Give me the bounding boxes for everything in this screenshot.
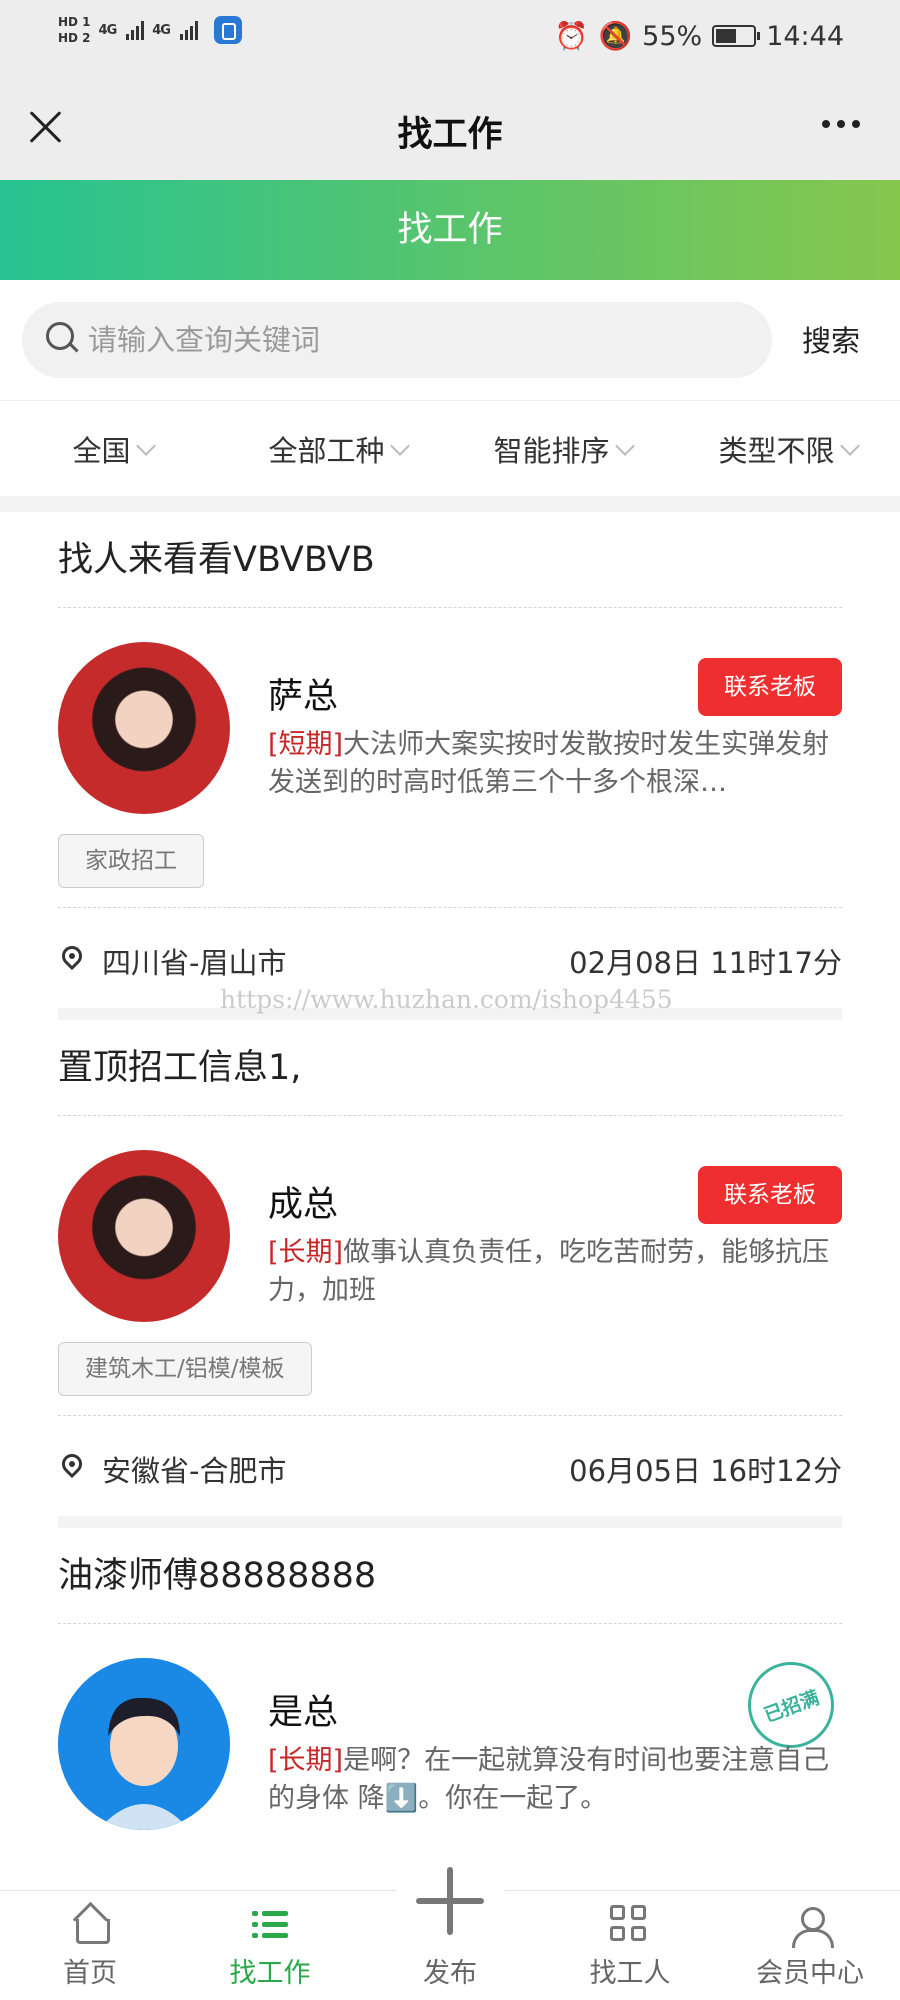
app-notification-icon (213, 16, 242, 44)
battery-percent: 55% (642, 20, 703, 52)
avatar-illustration (58, 1658, 230, 1830)
trade-tag: 建筑木工/铝模/模板 (58, 1342, 312, 1396)
search-input[interactable] (88, 302, 748, 378)
job-term-label: [短期] (268, 729, 344, 760)
hd2-label: HD 2 (58, 31, 91, 45)
nav-find-worker[interactable]: 找工人 (540, 1891, 720, 2000)
job-body: 是总 已招满 [长期]是啊？在一起就算没有时间也要注意自己的身体 降⬇️。你在一… (58, 1624, 847, 1844)
job-time: 06月05日 16时12分 (569, 1454, 842, 1488)
nav-home-label: 首页 (63, 1958, 117, 1989)
nav-member-label: 会员中心 (756, 1958, 864, 1989)
location-pin-icon (57, 1449, 87, 1479)
location-pin-icon (57, 941, 87, 971)
hd-indicator: HD 1 HD 2 (58, 14, 91, 46)
search-row: 搜索 (0, 280, 900, 400)
boss-name: 是总 (268, 1693, 339, 1733)
signal-1-icon (126, 20, 145, 40)
chevron-down-icon (614, 435, 635, 456)
job-title: 置顶招工信息1, (58, 1020, 842, 1116)
page-title: 找工作 (397, 115, 503, 155)
job-tag-row: 家政招工 (58, 828, 842, 908)
job-time: 02月08日 11时17分 (569, 946, 842, 980)
job-title: 找人来看看VBVBVB (58, 512, 842, 608)
search-box[interactable] (22, 302, 772, 378)
nav-find-job[interactable]: 找工作 (180, 1891, 360, 2000)
hd1-label: HD 1 (58, 15, 91, 29)
alarm-icon: ⏰ (554, 21, 589, 52)
job-card[interactable]: 油漆师傅88888888 是总 已招满 [长期]是啊？在一起就算没有时间也要注意… (58, 1528, 847, 1844)
nav-member[interactable]: 会员中心 (720, 1891, 900, 2000)
more-options-icon[interactable] (822, 120, 860, 128)
filter-bar: 全国 全部工种 智能排序 类型不限 (0, 400, 900, 496)
boss-name: 萨总 (268, 677, 339, 717)
filter-trade[interactable]: 全部工种 (225, 401, 450, 496)
nav-find-job-label: 找工作 (229, 1958, 311, 1989)
job-description-text: 是啊？在一起就算没有时间也要注意自己的身体 降⬇️。你在一起了。 (268, 1745, 830, 1814)
clock: 14:44 (766, 20, 844, 52)
chevron-down-icon (389, 435, 410, 456)
header-banner: 找工作 (0, 180, 900, 280)
job-description: [短期]大法师大案实按时发散按时发生实弹发射发送到的时高时低第三个十多个根深… (268, 726, 838, 802)
job-description: [长期]做事认真负责任，吃吃苦耐劳，能够抗压力，加班 (268, 1234, 838, 1310)
job-body: 成总 联系老板 [长期]做事认真负责任，吃吃苦耐劳，能够抗压力，加班 (58, 1116, 842, 1336)
filter-trade-label: 全部工种 (268, 433, 385, 468)
job-card[interactable]: 置顶招工信息1, 成总 联系老板 [长期]做事认真负责任，吃吃苦耐劳，能够抗压力… (57, 1020, 842, 1516)
job-body: 萨总 联系老板 [短期]大法师大案实按时发散按时发生实弹发射发送到的时高时低第三… (58, 608, 842, 828)
nav-find-worker-label: 找工人 (589, 1958, 671, 1989)
job-title: 油漆师傅88888888 (58, 1528, 842, 1624)
network-2-label: 4G (152, 22, 171, 38)
avatar (58, 1658, 230, 1830)
card-separator (58, 1516, 842, 1528)
grid-icon (610, 1905, 650, 1945)
avatar (58, 1150, 230, 1322)
title-bar: 找工作 (0, 80, 900, 180)
trade-tag: 家政招工 (58, 834, 204, 888)
mute-icon: 🔕 (598, 21, 633, 52)
nav-publish[interactable]: 发布 (360, 1845, 540, 2000)
nav-home[interactable]: 首页 (0, 1891, 180, 2000)
contact-boss-button[interactable]: 联系老板 (698, 658, 842, 716)
filter-region[interactable]: 全国 (0, 401, 225, 496)
nav-publish-label: 发布 (423, 1958, 477, 1989)
network-1-label: 4G (98, 22, 118, 38)
filter-sort[interactable]: 智能排序 (450, 401, 675, 496)
job-location: 四川省-眉山市 (102, 946, 287, 980)
boss-name: 成总 (268, 1185, 339, 1225)
job-list: 找人来看看VBVBVB 萨总 联系老板 [短期]大法师大案实按时发散按时发生实弹… (0, 512, 900, 1844)
battery-icon (712, 25, 761, 47)
search-icon (46, 322, 78, 354)
job-meta: 四川省-眉山市 02月08日 11时17分 (57, 908, 842, 1008)
job-term-label: [长期] (268, 1745, 344, 1776)
section-divider (0, 496, 900, 512)
job-description-text: 做事认真负责任，吃吃苦耐劳，能够抗压力，加班 (268, 1237, 830, 1306)
search-button[interactable]: 搜索 (802, 318, 860, 360)
list-icon (250, 1905, 290, 1945)
home-icon (70, 1905, 110, 1945)
job-term-label: [长期] (268, 1237, 344, 1268)
filter-sort-label: 智能排序 (493, 433, 610, 468)
bottom-nav: 首页 找工作 发布 找工人 会员中心 (0, 1845, 900, 2000)
job-tag-row: 建筑木工/铝模/模板 (58, 1336, 842, 1416)
card-separator (58, 1008, 842, 1020)
avatar (58, 642, 230, 814)
status-bar: HD 1 HD 2 4G 4G ⏰ 🔕 55% 14:44 (0, 0, 900, 80)
status-left: HD 1 HD 2 4G 4G (58, 14, 242, 46)
signal-2-icon (179, 20, 198, 40)
filter-type[interactable]: 类型不限 (675, 401, 900, 496)
contact-boss-button[interactable]: 联系老板 (698, 1166, 842, 1224)
filter-type-label: 类型不限 (718, 433, 835, 468)
job-description: [长期]是啊？在一起就算没有时间也要注意自己的身体 降⬇️。你在一起了。 (268, 1742, 838, 1818)
status-right: ⏰ 🔕 55% 14:44 (554, 20, 844, 53)
user-icon (790, 1905, 834, 1948)
chevron-down-icon (135, 435, 156, 456)
header-title: 找工作 (397, 210, 503, 250)
job-meta: 安徽省-合肥市 06月05日 16时12分 (57, 1416, 842, 1516)
job-card[interactable]: 找人来看看VBVBVB 萨总 联系老板 [短期]大法师大案实按时发散按时发生实弹… (57, 512, 842, 1008)
job-description-text: 大法师大案实按时发散按时发生实弹发射发送到的时高时低第三个十多个根深… (268, 729, 830, 798)
filter-region-label: 全国 (72, 433, 131, 468)
plus-icon (395, 1845, 505, 1955)
chevron-down-icon (839, 435, 860, 456)
job-location: 安徽省-合肥市 (102, 1454, 287, 1488)
